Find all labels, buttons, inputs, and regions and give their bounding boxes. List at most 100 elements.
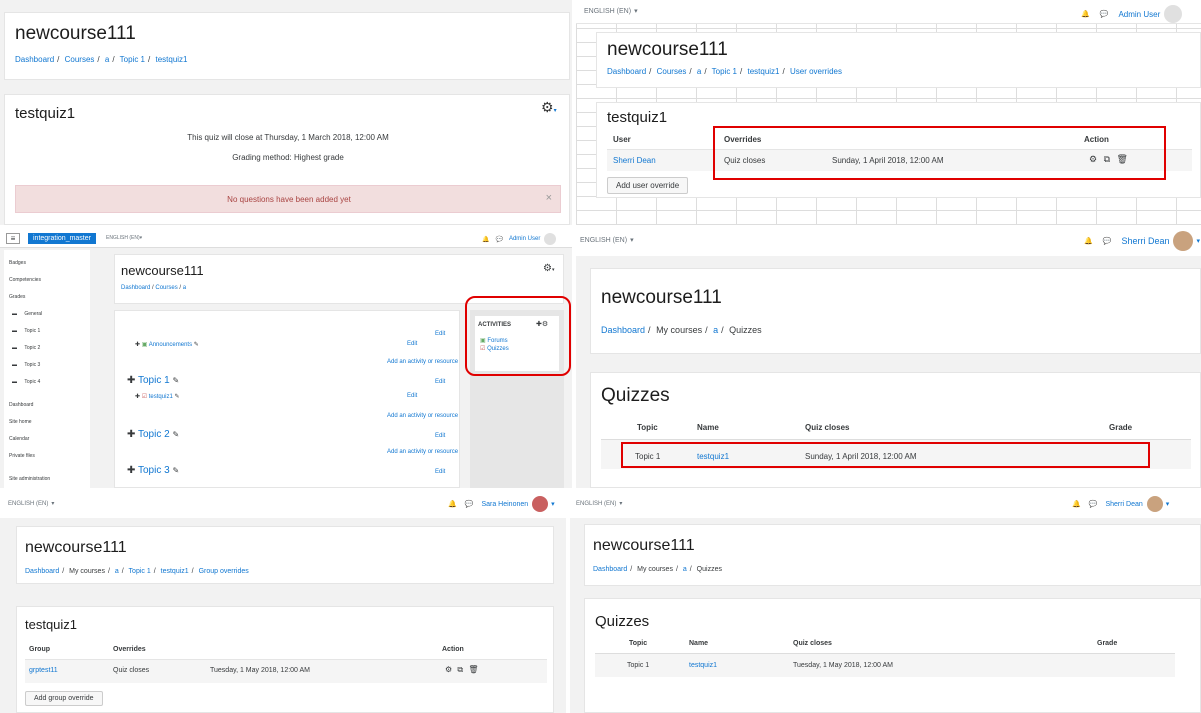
breadcrumb-dashboard[interactable]: Dashboard: [25, 568, 59, 575]
topic2-link[interactable]: Topic 2: [138, 429, 170, 440]
site-name-button[interactable]: integration_master: [28, 233, 96, 244]
user-menu[interactable]: 🔔 💬 Admin User: [482, 233, 557, 245]
language-menu[interactable]: ENGLISH (EN) ▾: [584, 7, 638, 16]
breadcrumb-a[interactable]: a: [115, 568, 119, 575]
breadcrumb-dashboard[interactable]: Dashboard: [15, 55, 54, 64]
breadcrumb-my-courses[interactable]: My courses: [69, 568, 105, 575]
row-name-link[interactable]: testquiz1: [689, 662, 717, 669]
edit-menu[interactable]: Edit: [435, 469, 445, 475]
sidebar-item-topic1[interactable]: ▬ Topic 1: [12, 328, 40, 334]
edit-menu[interactable]: Edit: [407, 393, 417, 399]
user-name[interactable]: Admin User: [509, 236, 540, 242]
delete-icon[interactable]: 🗑: [468, 665, 478, 674]
testquiz-link[interactable]: testquiz1: [149, 394, 173, 400]
breadcrumb-a[interactable]: a: [105, 55, 109, 64]
sidebar-item-competencies[interactable]: Competencies: [9, 277, 41, 283]
add-activity-link[interactable]: Add an activity or resource: [387, 359, 458, 365]
breadcrumb-a[interactable]: a: [683, 566, 687, 573]
row-user-link[interactable]: Sherri Dean: [613, 156, 656, 165]
language-menu[interactable]: ENGLISH (EN) ▾: [576, 500, 622, 508]
user-menu[interactable]: 🔔 💬 Sherri Dean ▾: [1072, 496, 1169, 512]
settings-gear-icon[interactable]: ⚙▾: [541, 99, 557, 116]
chat-icon[interactable]: 💬: [1100, 10, 1109, 18]
avatar[interactable]: [1164, 5, 1183, 23]
sidebar-item-topic3[interactable]: ▬ Topic 3: [12, 362, 40, 368]
breadcrumb-a[interactable]: a: [713, 325, 718, 335]
chat-icon[interactable]: 💬: [1103, 237, 1112, 245]
avatar[interactable]: [1146, 496, 1163, 512]
user-name[interactable]: Sara Heinonen: [481, 501, 528, 508]
breadcrumb-topic1[interactable]: Topic 1: [129, 568, 151, 575]
bell-icon[interactable]: 🔔: [1081, 10, 1090, 18]
breadcrumb-courses[interactable]: Courses: [65, 55, 95, 64]
edit-menu[interactable]: Edit: [435, 379, 445, 385]
breadcrumb-courses[interactable]: Courses: [657, 67, 687, 76]
user-name[interactable]: Sherri Dean: [1105, 501, 1142, 508]
edit-menu[interactable]: Edit: [435, 433, 445, 439]
sidebar-item-badges[interactable]: Badges: [9, 260, 26, 266]
edit-gear-icon[interactable]: ⚙: [445, 665, 452, 674]
move-icon[interactable]: ✚: [127, 465, 135, 476]
breadcrumb-testquiz1[interactable]: testquiz1: [747, 67, 779, 76]
sidebar-item-topic2[interactable]: ▬ Topic 2: [12, 345, 40, 351]
breadcrumb-testquiz1[interactable]: testquiz1: [155, 55, 187, 64]
avatar[interactable]: [532, 496, 549, 512]
announcements-item[interactable]: ✚ ▣ Announcements ✎: [135, 341, 199, 348]
user-name[interactable]: Admin User: [1118, 10, 1160, 19]
sidebar-item-site-home[interactable]: Site home: [9, 419, 32, 425]
language-menu[interactable]: ENGLISH (EN) ▾: [580, 236, 634, 245]
pencil-icon[interactable]: ✎: [172, 376, 179, 385]
user-name[interactable]: Sherri Dean: [1121, 236, 1169, 246]
alert-close-icon[interactable]: ×: [546, 192, 552, 204]
add-activity-link[interactable]: Add an activity or resource: [387, 413, 458, 419]
breadcrumb-topic1[interactable]: Topic 1: [120, 55, 145, 64]
breadcrumb-group-overrides[interactable]: Group overrides: [199, 568, 249, 575]
row-group-link[interactable]: grptest11: [29, 667, 58, 674]
sidebar-item-topic4[interactable]: ▬ Topic 4: [12, 379, 40, 385]
breadcrumb-dashboard[interactable]: Dashboard: [601, 325, 645, 335]
course-settings-gear-icon[interactable]: ⚙▾: [543, 263, 554, 274]
breadcrumb-my-courses[interactable]: My courses: [637, 566, 673, 573]
testquiz-item[interactable]: ✚ ☑ testquiz1 ✎: [135, 393, 179, 400]
breadcrumb-topic1[interactable]: Topic 1: [712, 67, 737, 76]
menu-toggle-icon[interactable]: ≡: [6, 233, 20, 244]
pencil-icon[interactable]: ✎: [172, 430, 179, 439]
breadcrumb-my-courses[interactable]: My courses: [656, 325, 702, 335]
sidebar-item-site-admin[interactable]: Site administration: [9, 476, 50, 482]
breadcrumb-dashboard[interactable]: Dashboard: [593, 566, 627, 573]
move-icon[interactable]: ✚: [135, 342, 140, 348]
announcements-link[interactable]: Announcements: [149, 342, 192, 348]
move-icon[interactable]: ✚: [127, 429, 135, 440]
sidebar-item-calendar[interactable]: Calendar: [9, 436, 29, 442]
pencil-icon[interactable]: ✎: [172, 466, 179, 475]
sidebar-item-grades[interactable]: Grades: [9, 294, 25, 300]
move-icon[interactable]: ✚: [127, 375, 135, 386]
breadcrumb-courses[interactable]: Courses: [155, 285, 177, 291]
topic3-link[interactable]: Topic 3: [138, 465, 170, 476]
move-icon[interactable]: ✚: [135, 394, 140, 400]
chat-icon[interactable]: 💬: [495, 236, 502, 243]
bell-icon[interactable]: 🔔: [1084, 237, 1093, 245]
pencil-icon[interactable]: ✎: [194, 342, 199, 348]
breadcrumb-a[interactable]: a: [697, 67, 701, 76]
topic1-link[interactable]: Topic 1: [138, 375, 170, 386]
bell-icon[interactable]: 🔔: [482, 236, 489, 243]
breadcrumb-dashboard[interactable]: Dashboard: [607, 67, 646, 76]
pencil-icon[interactable]: ✎: [174, 394, 179, 400]
bell-icon[interactable]: 🔔: [448, 500, 457, 508]
sidebar-item-private-files[interactable]: Private files: [9, 453, 35, 459]
avatar[interactable]: [544, 233, 557, 245]
user-menu[interactable]: 🔔 💬 Sara Heinonen ▾: [448, 496, 555, 512]
add-group-override-button[interactable]: Add group override: [25, 691, 103, 706]
language-menu[interactable]: ENGLISH (EN) ▾: [8, 500, 54, 508]
user-menu[interactable]: 🔔 💬 Admin User: [1081, 5, 1183, 23]
sidebar-item-dashboard[interactable]: Dashboard: [9, 402, 33, 408]
edit-menu[interactable]: Edit: [407, 341, 417, 347]
edit-menu[interactable]: Edit: [435, 331, 445, 337]
add-activity-link[interactable]: Add an activity or resource: [387, 449, 458, 455]
breadcrumb-user-overrides[interactable]: User overrides: [790, 67, 842, 76]
breadcrumb-a[interactable]: a: [183, 285, 186, 291]
add-user-override-button[interactable]: Add user override: [607, 177, 689, 194]
language-menu[interactable]: ENGLISH (EN) ▾: [106, 235, 142, 241]
copy-icon[interactable]: ⧉: [457, 665, 463, 674]
